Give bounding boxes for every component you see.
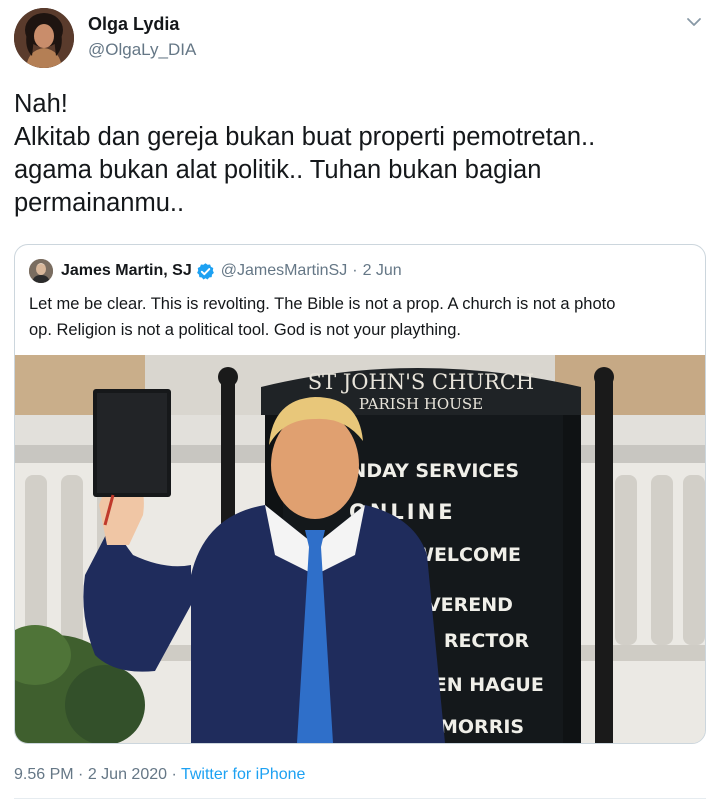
- author-name[interactable]: Olga Lydia: [88, 14, 179, 35]
- tweet-date[interactable]: 2 Jun 2020: [88, 766, 167, 783]
- tweet-time[interactable]: 9.56 PM: [14, 766, 74, 783]
- tweet-line: permainanmu..: [14, 189, 185, 217]
- quoted-photo[interactable]: ST JOHN'S CHURCH PARISH HOUSE UNDAY SERV…: [15, 355, 705, 743]
- author-avatar[interactable]: [14, 8, 74, 68]
- quoted-tweet[interactable]: James Martin, SJ @JamesMartinSJ · 2 Jun …: [14, 244, 706, 744]
- tweet: Olga Lydia @OlgaLy_DIA Nah! Alkitab dan …: [0, 0, 720, 808]
- quoted-author-handle[interactable]: @JamesMartinSJ: [221, 262, 348, 280]
- quoted-header: James Martin, SJ @JamesMartinSJ · 2 Jun: [29, 259, 402, 283]
- verified-badge-icon: [196, 262, 215, 281]
- quoted-text: Let me be clear. This is revolting. The …: [29, 291, 697, 343]
- caret-down-icon[interactable]: [684, 12, 704, 32]
- quoted-avatar[interactable]: [29, 259, 53, 283]
- sign-line: WELCOME: [413, 544, 521, 566]
- tweet-text: Nah! Alkitab dan gereja bukan buat prope…: [14, 88, 704, 220]
- tweet-line: agama bukan alat politik.. Tuhan bukan b…: [14, 156, 542, 184]
- tweet-line: Alkitab dan gereja bukan buat properti p…: [14, 123, 596, 151]
- tweet-line: Nah!: [14, 90, 68, 118]
- sign-title: ST JOHN'S CHURCH: [308, 370, 535, 394]
- quoted-date[interactable]: 2 Jun: [363, 262, 402, 280]
- footer-separator: ·: [78, 766, 84, 783]
- quoted-author-name[interactable]: James Martin, SJ: [61, 262, 192, 280]
- divider: [14, 798, 706, 799]
- quoted-separator: ·: [352, 262, 358, 279]
- tweet-footer: 9.56 PM · 2 Jun 2020 · Twitter for iPhon…: [14, 766, 305, 784]
- footer-separator: ·: [171, 766, 177, 783]
- quoted-line: op. Religion is not a political tool. Go…: [29, 321, 461, 339]
- tweet-source-link[interactable]: Twitter for iPhone: [181, 766, 306, 783]
- sign-subtitle: PARISH HOUSE: [359, 395, 483, 413]
- sign-line: UNDAY SERVICES: [335, 460, 519, 482]
- author-handle[interactable]: @OlgaLy_DIA: [88, 40, 196, 60]
- sign-line: MORRIS: [439, 716, 524, 738]
- quoted-line: Let me be clear. This is revolting. The …: [29, 295, 616, 313]
